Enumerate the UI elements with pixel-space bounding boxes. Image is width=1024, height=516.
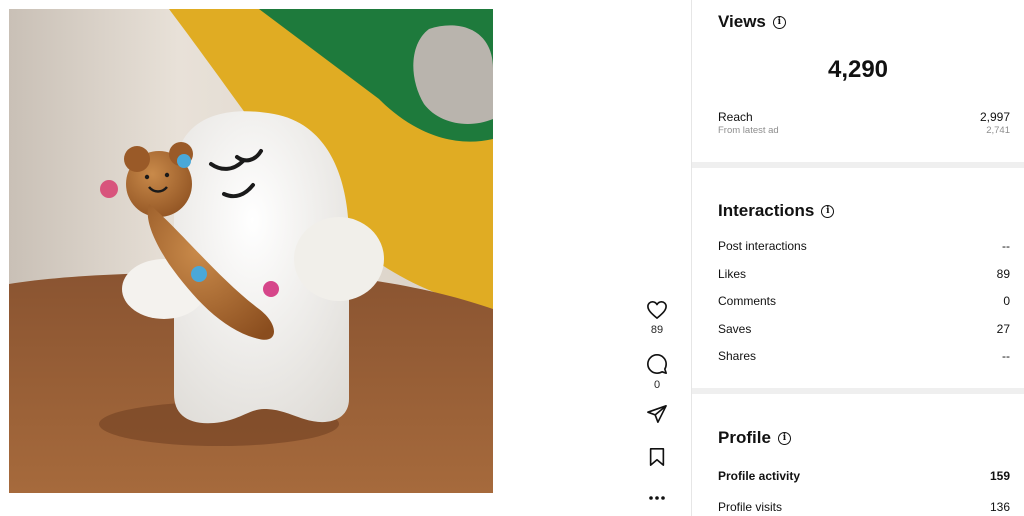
profile-visits-row: Profile visits 136 (718, 500, 1010, 514)
row-label: Likes (718, 267, 747, 281)
reach-sub-label: From latest ad (718, 125, 779, 136)
views-total: 4,290 (827, 56, 889, 83)
heart-icon (647, 301, 667, 319)
more-icon (649, 496, 665, 500)
views-header: Views i (718, 12, 786, 32)
send-icon (647, 405, 667, 423)
row-value: 0 (1003, 294, 1010, 308)
profile-title: Profile (718, 428, 771, 447)
interactions-header: Interactions i (718, 201, 835, 221)
interaction-row: Saves 27 (718, 322, 1010, 336)
row-value: 159 (989, 469, 1010, 483)
row-value: -- (1002, 239, 1010, 253)
interactions-title: Interactions (718, 201, 815, 220)
row-label: Profile activity (718, 469, 801, 483)
interaction-row: Comments 0 (718, 294, 1010, 308)
row-value: 136 (989, 500, 1010, 514)
comment-icon (647, 354, 667, 374)
views-section: Views i 4,290 Reach 2,997 From latest ad… (692, 0, 1024, 162)
interactions-section: Interactions i Post interactions -- Like… (692, 168, 1024, 388)
profile-section: Profile i Profile activity 159 Profile v… (692, 394, 1024, 516)
reach-sub-row: From latest ad 2,741 (718, 125, 1010, 136)
row-label: Comments (718, 294, 777, 308)
more-options-button[interactable] (637, 488, 677, 508)
reach-row: Reach 2,997 (718, 110, 1010, 124)
info-icon[interactable]: i (821, 204, 835, 218)
row-label: Post interactions (718, 239, 807, 253)
row-value: 27 (996, 322, 1010, 336)
likes-count: 89 (650, 324, 664, 336)
post-image (9, 9, 493, 493)
interaction-row: Likes 89 (718, 267, 1010, 281)
views-title: Views (718, 12, 766, 31)
share-button[interactable] (637, 404, 677, 424)
reach-label: Reach (718, 110, 753, 124)
row-label: Saves (718, 322, 752, 336)
bookmark-icon (649, 448, 665, 466)
like-button[interactable]: 89 (637, 300, 677, 336)
row-label: Profile visits (718, 500, 783, 514)
save-button[interactable] (637, 447, 677, 467)
row-value: 89 (996, 267, 1010, 281)
profile-header: Profile i (718, 428, 791, 448)
row-value: -- (1002, 349, 1010, 363)
comment-button[interactable]: 0 (637, 353, 677, 391)
profile-activity-row: Profile activity 159 (718, 469, 1010, 483)
info-icon[interactable]: i (772, 15, 786, 29)
comments-count: 0 (653, 379, 661, 391)
info-icon[interactable]: i (777, 431, 791, 445)
reach-sub-value: 2,741 (986, 125, 1010, 136)
reach-value: 2,997 (979, 110, 1010, 124)
insights-panel: Views i 4,290 Reach 2,997 From latest ad… (692, 0, 1024, 516)
interaction-row: Shares -- (718, 349, 1010, 363)
interaction-row: Post interactions -- (718, 239, 1010, 253)
row-label: Shares (718, 349, 757, 363)
